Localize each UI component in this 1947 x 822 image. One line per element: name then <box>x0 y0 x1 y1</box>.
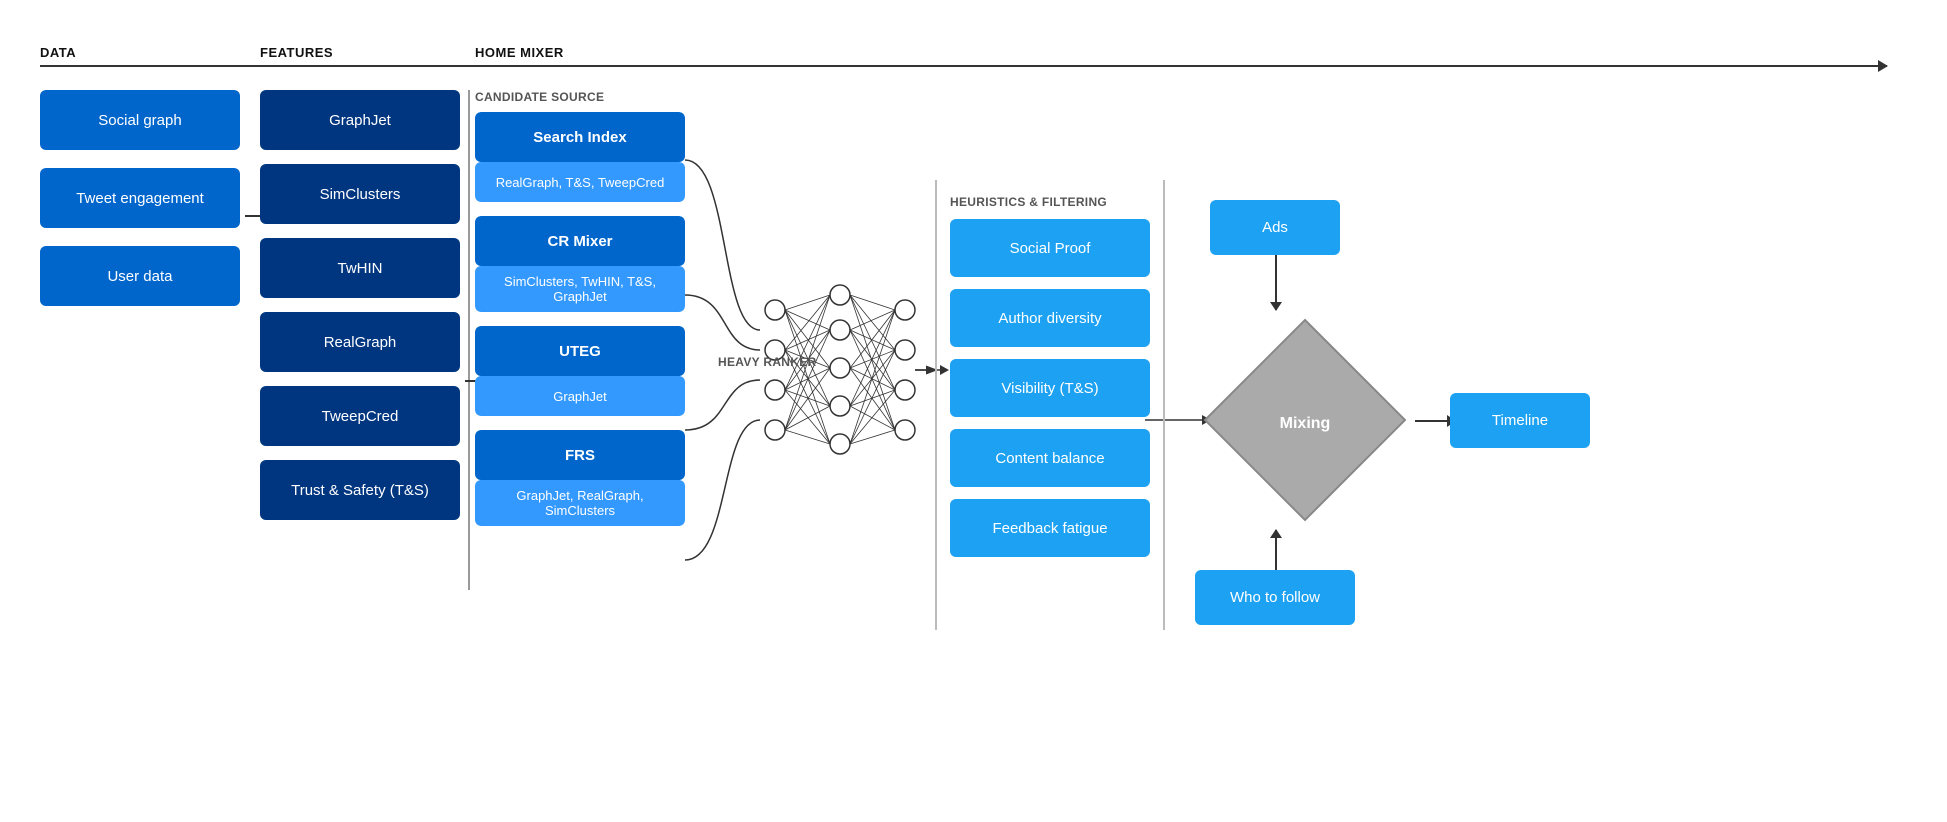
arrow-who-to-follow-up <box>1275 530 1277 570</box>
heuristics-right-border <box>1163 180 1165 630</box>
data-tweet-engagement: Tweet engagement <box>40 168 240 228</box>
heavy-ranker-label: HEAVY RANKER <box>718 355 817 369</box>
home-mixer-column: CANDIDATE SOURCE Search Index RealGraph,… <box>475 90 685 540</box>
arrow-diamond-to-timeline <box>1415 420 1455 422</box>
heuristic-visibility: Visibility (T&S) <box>950 359 1150 417</box>
features-label: FEATURES <box>260 45 333 60</box>
feature-graphjet: GraphJet <box>260 90 460 150</box>
data-label: DATA <box>40 45 76 60</box>
who-to-follow-box: Who to follow <box>1195 570 1355 625</box>
heuristic-content-balance: Content balance <box>950 429 1150 487</box>
feature-trust-safety: Trust & Safety (T&S) <box>260 460 460 520</box>
data-social-graph: Social graph <box>40 90 240 150</box>
arrow-ads-down <box>1275 255 1277 310</box>
feature-simclusters: SimClusters <box>260 164 460 224</box>
mixer-search-index: Search Index RealGraph, T&S, TweepCred <box>475 112 685 202</box>
heuristic-author-diversity: Author diversity <box>950 289 1150 347</box>
mixer-frs: FRS GraphJet, RealGraph, SimClusters <box>475 430 685 526</box>
top-arrow <box>40 65 1887 67</box>
diagram-container: DATA FEATURES HOME MIXER Social graph Tw… <box>0 0 1947 822</box>
data-user-data: User data <box>40 246 240 306</box>
ads-box: Ads <box>1210 200 1340 255</box>
heuristic-social-proof: Social Proof <box>950 219 1150 277</box>
mixing-diamond-svg: Mixing <box>1195 310 1415 530</box>
data-column: Social graph Tweet engagement User data <box>40 90 240 324</box>
features-border <box>468 90 470 590</box>
feature-realgraph: RealGraph <box>260 312 460 372</box>
svg-text:Mixing: Mixing <box>1280 415 1331 432</box>
candidate-source-label: CANDIDATE SOURCE <box>475 90 685 104</box>
features-column: GraphJet SimClusters TwHIN RealGraph Twe… <box>260 90 460 534</box>
heuristics-column: HEURISTICS & FILTERING Social Proof Auth… <box>950 195 1150 557</box>
feature-tweepcred: TweepCred <box>260 386 460 446</box>
timeline-box: Timeline <box>1450 393 1590 448</box>
mixer-uteg: UTEG GraphJet <box>475 326 685 416</box>
mixing-diamond-container: Mixing <box>1195 310 1415 530</box>
heuristics-label: HEURISTICS & FILTERING <box>950 195 1150 209</box>
heuristics-left-border <box>935 180 937 630</box>
heuristic-feedback-fatigue: Feedback fatigue <box>950 499 1150 557</box>
mixer-cr-mixer: CR Mixer SimClusters, TwHIN, T&S, GraphJ… <box>475 216 685 312</box>
feature-twhin: TwHIN <box>260 238 460 298</box>
home-mixer-label: HOME MIXER <box>475 45 564 60</box>
